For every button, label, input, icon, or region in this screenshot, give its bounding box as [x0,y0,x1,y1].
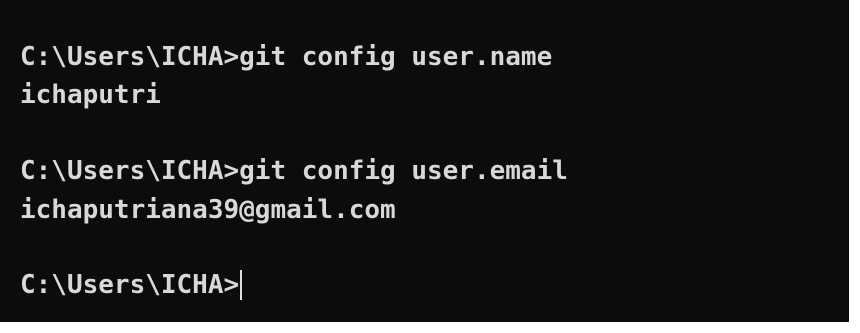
command-text: git config user.email [239,156,568,186]
prompt: C:\Users\ICHA> [20,270,240,300]
terminal-window[interactable]: C:\Users\ICHA>git config user.name ichap… [0,0,849,322]
prompt: C:\Users\ICHA> [20,42,240,72]
output-text: ichaputri [20,80,161,110]
text-cursor [240,270,243,300]
command-text: git config user.name [239,42,553,72]
screenshot-frame: C:\Users\ICHA>git config user.name ichap… [0,0,860,333]
prompt: C:\Users\ICHA> [20,156,240,186]
terminal-output-2: ichaputriana39@gmail.com [20,195,396,225]
terminal-line-1: C:\Users\ICHA>git config user.name [20,42,552,72]
terminal-line-2: C:\Users\ICHA>git config user.email [20,156,568,186]
terminal-output-1: ichaputri [20,80,161,110]
terminal-input-line[interactable]: C:\Users\ICHA> [20,270,243,300]
output-text: ichaputriana39@gmail.com [20,195,396,225]
